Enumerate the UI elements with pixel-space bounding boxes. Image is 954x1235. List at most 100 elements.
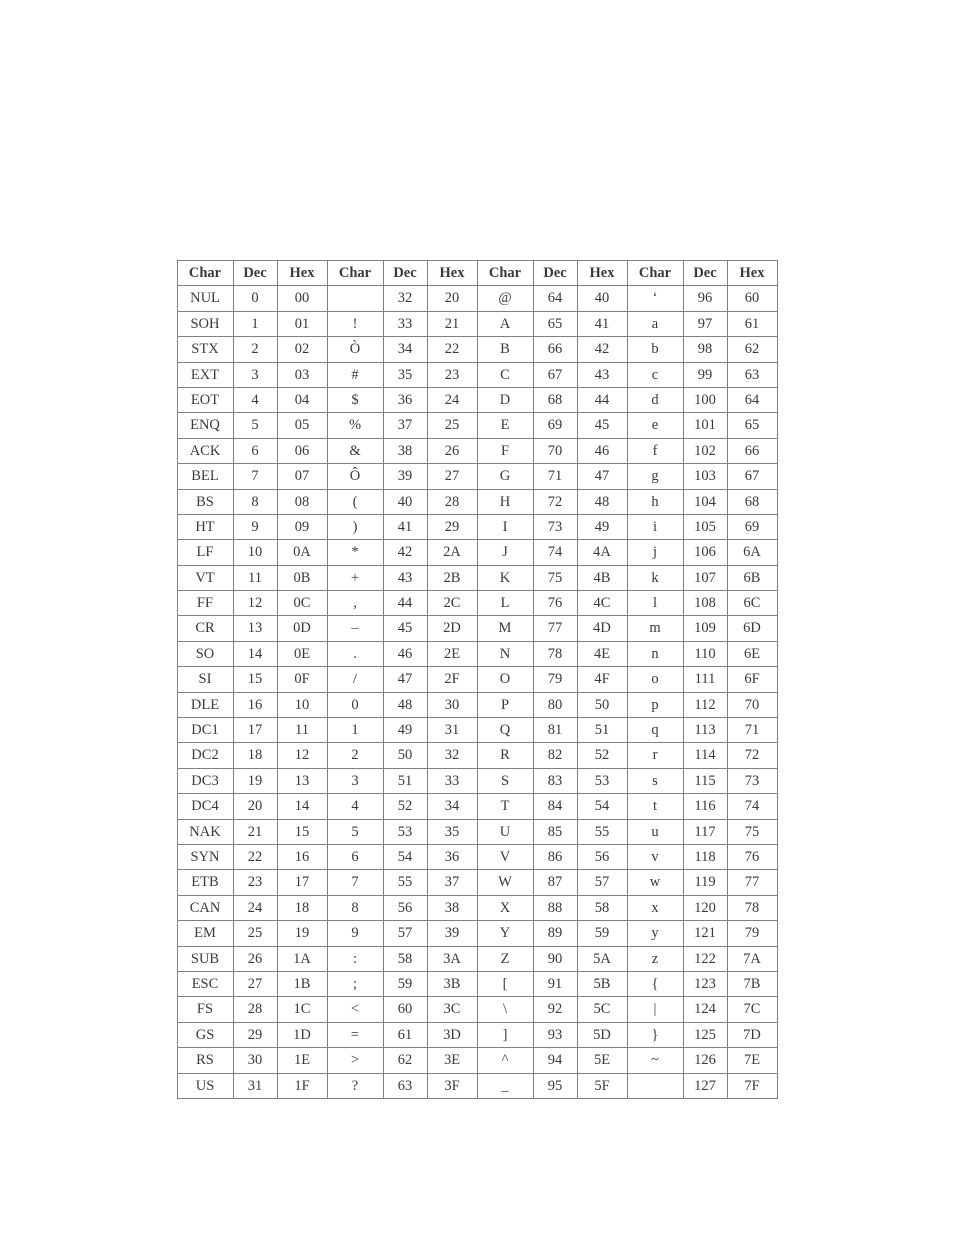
table-cell: j	[627, 540, 683, 565]
table-cell: 48	[383, 692, 427, 717]
table-cell: I	[477, 514, 533, 539]
table-cell: 78	[727, 895, 777, 920]
table-cell: }	[627, 1022, 683, 1047]
table-cell: K	[477, 565, 533, 590]
table-cell: 7D	[727, 1022, 777, 1047]
table-cell: 1	[327, 718, 383, 743]
table-cell: 21	[233, 819, 277, 844]
col-header: Hex	[577, 261, 627, 286]
table-cell: 56	[383, 895, 427, 920]
table-cell: 85	[533, 819, 577, 844]
table-cell: DLE	[177, 692, 233, 717]
table-cell: 5C	[577, 997, 627, 1022]
table-cell: .	[327, 641, 383, 666]
table-cell: BEL	[177, 464, 233, 489]
table-cell: 31	[233, 1073, 277, 1098]
table-cell: 0	[327, 692, 383, 717]
table-row: ACK606&3826F7046f10266	[177, 438, 777, 463]
table-cell: 62	[383, 1048, 427, 1073]
table-row: ENQ505%3725E6945e10165	[177, 413, 777, 438]
table-cell: 17	[277, 870, 327, 895]
table-cell: 0D	[277, 616, 327, 641]
table-cell: 1E	[277, 1048, 327, 1073]
table-cell: 0B	[277, 565, 327, 590]
table-cell: H	[477, 489, 533, 514]
table-cell: 115	[683, 768, 727, 793]
table-cell: 7A	[727, 946, 777, 971]
table-cell: 23	[233, 870, 277, 895]
table-cell: 70	[727, 692, 777, 717]
table-cell: 24	[427, 387, 477, 412]
table-cell: 41	[577, 311, 627, 336]
table-cell: LF	[177, 540, 233, 565]
table-cell: S	[477, 768, 533, 793]
table-cell: 0C	[277, 591, 327, 616]
table-cell: 68	[533, 387, 577, 412]
table-cell: Ò	[327, 337, 383, 362]
table-cell: 6	[233, 438, 277, 463]
table-cell: 6A	[727, 540, 777, 565]
table-cell: 18	[277, 895, 327, 920]
table-cell: SUB	[177, 946, 233, 971]
table-cell: 1A	[277, 946, 327, 971]
table-cell: 2	[327, 743, 383, 768]
table-cell: 69	[727, 514, 777, 539]
table-row: HT909)4129I7349i10569	[177, 514, 777, 539]
table-cell: 7	[233, 464, 277, 489]
table-cell: 14	[233, 641, 277, 666]
table-cell: 05	[277, 413, 327, 438]
table-cell: %	[327, 413, 383, 438]
table-cell: 118	[683, 844, 727, 869]
table-cell: CR	[177, 616, 233, 641]
table-cell: 46	[577, 438, 627, 463]
table-cell: 72	[533, 489, 577, 514]
table-cell: 2E	[427, 641, 477, 666]
table-cell: h	[627, 489, 683, 514]
table-cell: 88	[533, 895, 577, 920]
table-cell: 66	[533, 337, 577, 362]
table-cell: Ô	[327, 464, 383, 489]
table-cell: P	[477, 692, 533, 717]
table-cell: v	[627, 844, 683, 869]
table-cell: A	[477, 311, 533, 336]
table-cell: _	[477, 1073, 533, 1098]
table-cell: 86	[533, 844, 577, 869]
table-cell: M	[477, 616, 533, 641]
table-cell: 27	[233, 971, 277, 996]
table-cell: 7C	[727, 997, 777, 1022]
table-cell: 20	[427, 286, 477, 311]
table-cell: 110	[683, 641, 727, 666]
table-cell: 42	[383, 540, 427, 565]
table-cell: 79	[533, 667, 577, 692]
table-cell: e	[627, 413, 683, 438]
table-cell: CAN	[177, 895, 233, 920]
table-cell: ?	[327, 1073, 383, 1098]
col-header: Hex	[427, 261, 477, 286]
table-cell: 75	[533, 565, 577, 590]
col-header: Dec	[683, 261, 727, 286]
table-cell: 04	[277, 387, 327, 412]
table-cell: U	[477, 819, 533, 844]
table-cell: Q	[477, 718, 533, 743]
table-cell: c	[627, 362, 683, 387]
table-cell: 82	[533, 743, 577, 768]
table-cell: 39	[383, 464, 427, 489]
col-header: Hex	[277, 261, 327, 286]
table-cell: 30	[427, 692, 477, 717]
table-cell: 10	[233, 540, 277, 565]
table-row: DC4201445234T8454t11674	[177, 794, 777, 819]
table-row: ETB231775537W8757w11977	[177, 870, 777, 895]
table-cell: t	[627, 794, 683, 819]
table-cell: B	[477, 337, 533, 362]
table-cell: STX	[177, 337, 233, 362]
table-cell: 32	[383, 286, 427, 311]
table-cell: 33	[427, 768, 477, 793]
table-cell: 100	[683, 387, 727, 412]
table-cell: R	[477, 743, 533, 768]
table-cell: ‘	[627, 286, 683, 311]
table-row: FS281C<603C\925C|1247C	[177, 997, 777, 1022]
table-cell: r	[627, 743, 683, 768]
table-cell: l	[627, 591, 683, 616]
table-cell: 51	[577, 718, 627, 743]
table-cell: 02	[277, 337, 327, 362]
